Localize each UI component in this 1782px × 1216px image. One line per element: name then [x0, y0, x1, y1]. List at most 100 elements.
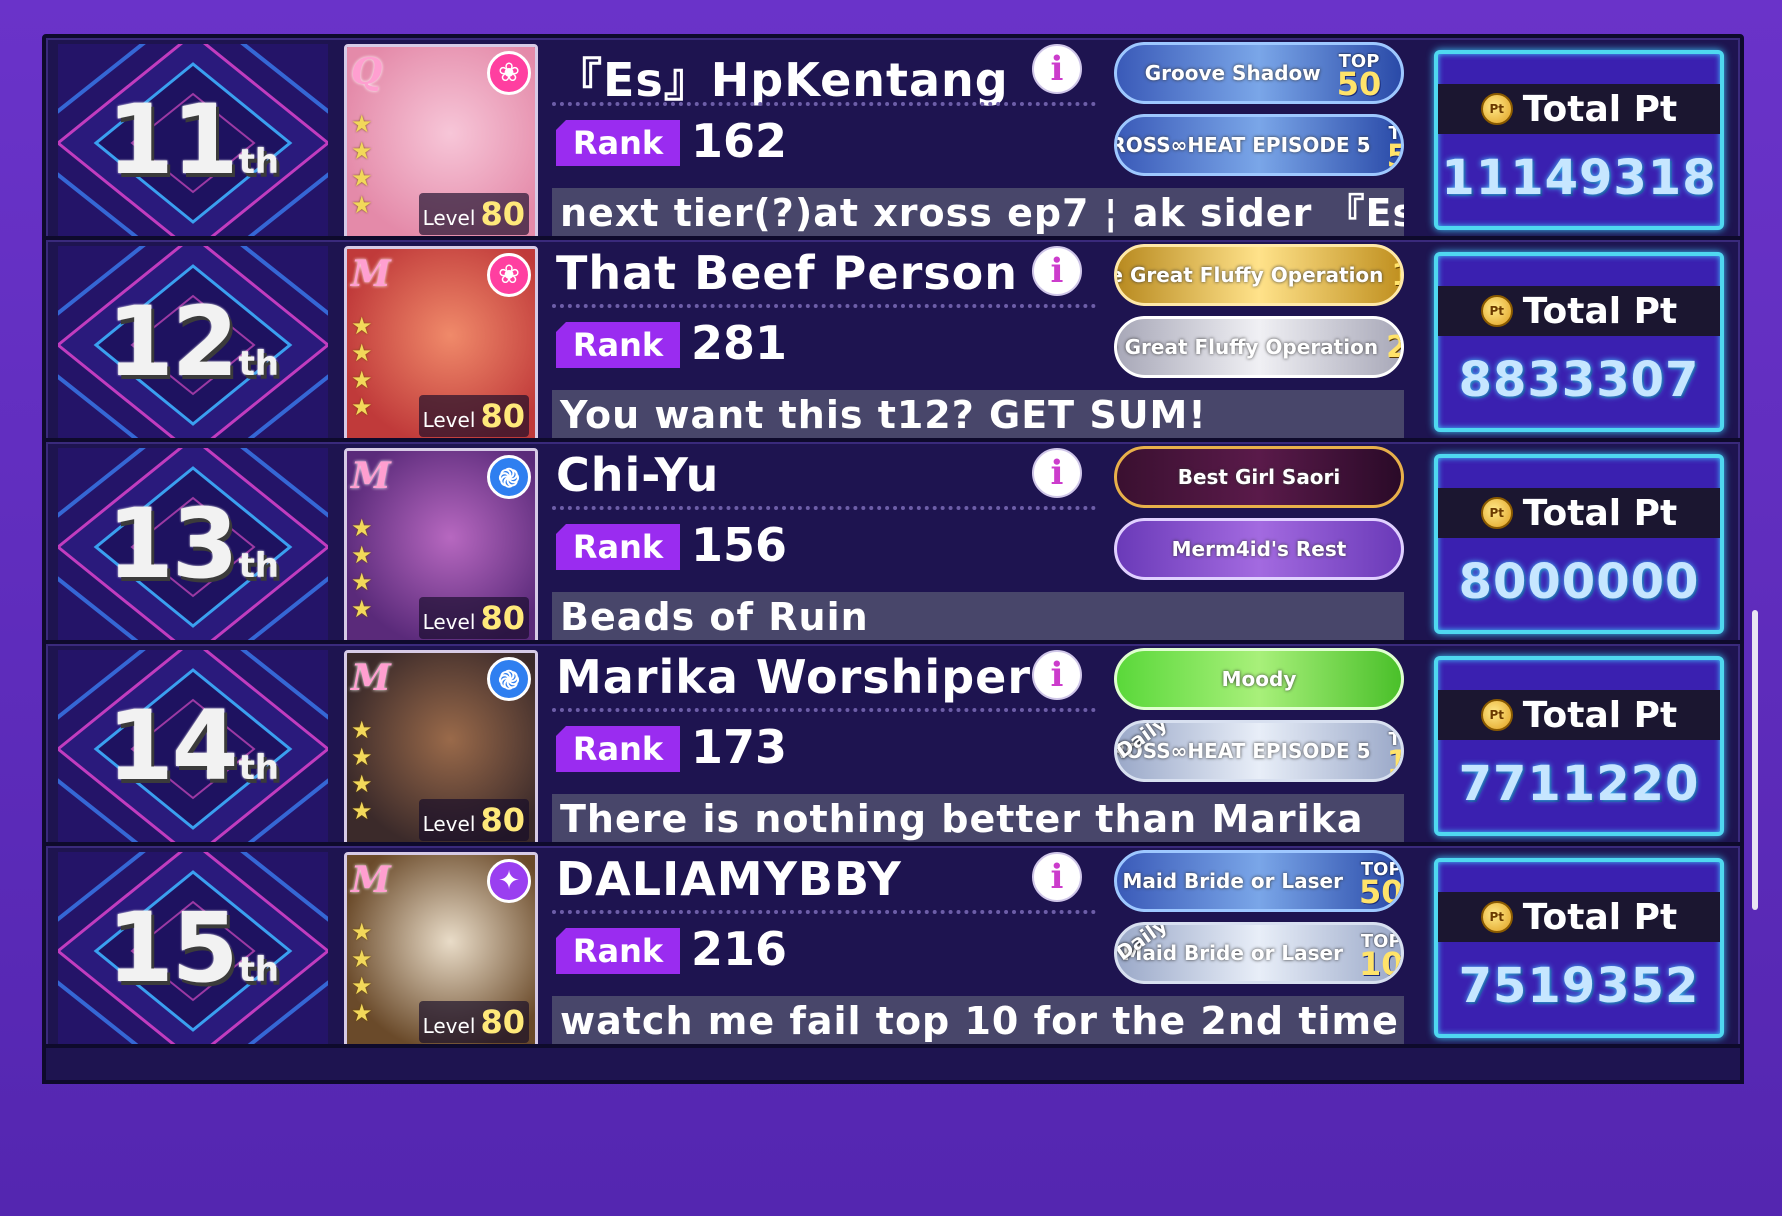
rank-label: Rank: [556, 322, 680, 368]
badge-top: TOP10: [1358, 931, 1404, 983]
title-badge[interactable]: The Great Fluffy Operation 1st: [1114, 244, 1404, 306]
total-pt-box: Pt Total Pt 8833307: [1434, 252, 1724, 432]
badge-title: The Great Fluffy Operation: [1117, 335, 1379, 359]
total-pt-box: Pt Total Pt 11149318: [1434, 50, 1724, 230]
member-card[interactable]: M ✦ ★ ★ ★ ★ Level 80: [344, 852, 538, 1050]
leaderboard-row[interactable]: 13th M ֎ ★ ★ ★ ★ Level 80 Chi-Yu i Rank …: [42, 438, 1744, 652]
leaderboard-row[interactable]: 15th M ✦ ★ ★ ★ ★ Level 80 DALIAMYBBY i R…: [42, 842, 1744, 1056]
total-pt-label: Total Pt: [1522, 694, 1678, 736]
member-card[interactable]: M ❀ ★ ★ ★ ★ Level 80: [344, 246, 538, 444]
member-card[interactable]: M ֎ ★ ★ ★ ★ Level 80: [344, 650, 538, 848]
level-label: Level: [422, 408, 476, 432]
rank-label: Rank: [556, 726, 680, 772]
rank-position-tile: 13th: [58, 448, 328, 646]
star-icon: ★: [351, 945, 373, 973]
card-stars: ★ ★ ★ ★: [351, 919, 379, 1027]
star-icon: ★: [351, 568, 373, 596]
rank-position-suffix: th: [238, 546, 280, 586]
total-pt-box: Pt Total Pt 7519352: [1434, 858, 1724, 1038]
rank-position-tile: 14th: [58, 650, 328, 848]
rank-label: Rank: [556, 524, 680, 570]
badge-top: TOP50: [1358, 859, 1404, 911]
next-row-partial[interactable]: [42, 1044, 1744, 1084]
total-pt-value: 11149318: [1441, 150, 1717, 206]
card-stars: ★ ★ ★ ★: [351, 313, 379, 421]
card-level: Level 80: [418, 395, 529, 437]
info-button[interactable]: i: [1032, 448, 1082, 498]
total-pt-label: Total Pt: [1522, 290, 1678, 332]
rank-position: 12th: [58, 286, 328, 398]
star-icon: ★: [351, 514, 373, 542]
rank-position-suffix: th: [238, 950, 280, 990]
star-icon: ★: [351, 770, 373, 798]
player-name: DALIAMYBBY: [556, 852, 902, 906]
scrollbar[interactable]: [1752, 610, 1758, 910]
badge-title: Best Girl Saori: [1177, 465, 1341, 489]
band-logo-icon: Q: [351, 51, 383, 93]
title-badge[interactable]: The Great Fluffy Operation 2nd: [1114, 316, 1404, 378]
rank-position: 13th: [58, 488, 328, 600]
rank-position-tile: 12th: [58, 246, 328, 444]
title-badge[interactable]: Daily Maid Bride or Laser TOP 10: [1114, 922, 1404, 984]
divider: [552, 102, 1096, 106]
player-comment: Beads of Ruin: [552, 592, 1404, 642]
rank-position-number: 11: [106, 84, 239, 196]
player-rank-value: 173: [691, 720, 788, 774]
star-icon: ★: [351, 164, 373, 192]
title-badge[interactable]: Best Girl Saori: [1114, 446, 1404, 508]
event-point-coin-icon: Pt: [1480, 699, 1513, 731]
level-value: 80: [480, 599, 525, 637]
level-label: Level: [422, 610, 476, 634]
badge-top-value: 50: [1358, 873, 1404, 911]
shoe-icon: ✦: [487, 859, 531, 903]
title-badge[interactable]: Moody: [1114, 648, 1404, 710]
title-badge[interactable]: Maid Bride or Laser TOP 50: [1114, 850, 1404, 912]
member-card[interactable]: M ֎ ★ ★ ★ ★ Level 80: [344, 448, 538, 646]
title-badge[interactable]: Groove Shadow TOP 50: [1114, 42, 1404, 104]
event-point-coin-icon: Pt: [1480, 93, 1513, 125]
card-stars: ★ ★ ★ ★: [351, 515, 379, 623]
heart-ribbon-icon: ❀: [487, 51, 531, 95]
player-rank-value: 216: [691, 922, 788, 976]
info-button[interactable]: i: [1032, 852, 1082, 902]
title-badge[interactable]: XROSS∞HEAT EPISODE 5 TOP50: [1114, 114, 1404, 176]
star-icon: ★: [351, 312, 373, 340]
band-logo-icon: M: [351, 253, 391, 295]
player-comment: next tier(?)at xross ep7 ¦ ak sider 『Es』: [552, 188, 1404, 238]
total-pt-box: Pt Total Pt 8000000: [1434, 454, 1724, 634]
card-stars: ★ ★ ★ ★: [351, 111, 379, 219]
badge-top-value: 10: [1387, 746, 1401, 778]
badge-title: Moody: [1221, 667, 1297, 691]
star-icon: ★: [351, 972, 373, 1000]
player-name: Marika Worshiper: [556, 650, 1032, 704]
badge-title: Maid Bride or Laser: [1122, 869, 1343, 893]
star-icon: ★: [351, 716, 373, 744]
member-card[interactable]: Q ❀ ★ ★ ★ ★ Level 80: [344, 44, 538, 242]
title-badge[interactable]: DailyXROSS∞HEAT EPISODE 5TOP10: [1114, 720, 1404, 782]
ranking-list[interactable]: 11th Q ❀ ★ ★ ★ ★ Level 80 『Es』HpKentang …: [42, 34, 1744, 1216]
badge-top-value: 10: [1358, 945, 1404, 983]
level-label: Level: [422, 206, 476, 230]
star-icon: ★: [351, 339, 373, 367]
title-badge[interactable]: Merm4id's Rest: [1114, 518, 1404, 580]
star-icon: ★: [351, 366, 373, 394]
leaderboard-row[interactable]: 12th M ❀ ★ ★ ★ ★ Level 80 That Beef Pers…: [42, 236, 1744, 450]
star-icon: ★: [351, 999, 373, 1027]
card-level: Level 80: [418, 193, 529, 235]
rank-position-number: 14: [106, 690, 239, 802]
leaderboard-row[interactable]: 14th M ֎ ★ ★ ★ ★ Level 80 Marika Worship…: [42, 640, 1744, 854]
info-button[interactable]: i: [1032, 246, 1082, 296]
badge-title: Groove Shadow: [1144, 61, 1321, 85]
rank-position-suffix: th: [238, 344, 280, 384]
rank-position: 15th: [58, 892, 328, 1004]
card-level: Level 80: [418, 1001, 529, 1043]
player-name: That Beef Person: [556, 246, 1018, 300]
leaderboard-row[interactable]: 11th Q ❀ ★ ★ ★ ★ Level 80 『Es』HpKentang …: [42, 34, 1744, 248]
info-button[interactable]: i: [1032, 650, 1082, 700]
badge-title: Merm4id's Rest: [1171, 537, 1347, 561]
star-icon: ★: [351, 110, 373, 138]
rank-position-suffix: th: [238, 142, 280, 182]
total-pt-box: Pt Total Pt 7711220: [1434, 656, 1724, 836]
total-pt-label: Total Pt: [1522, 88, 1678, 130]
info-button[interactable]: i: [1032, 44, 1082, 94]
